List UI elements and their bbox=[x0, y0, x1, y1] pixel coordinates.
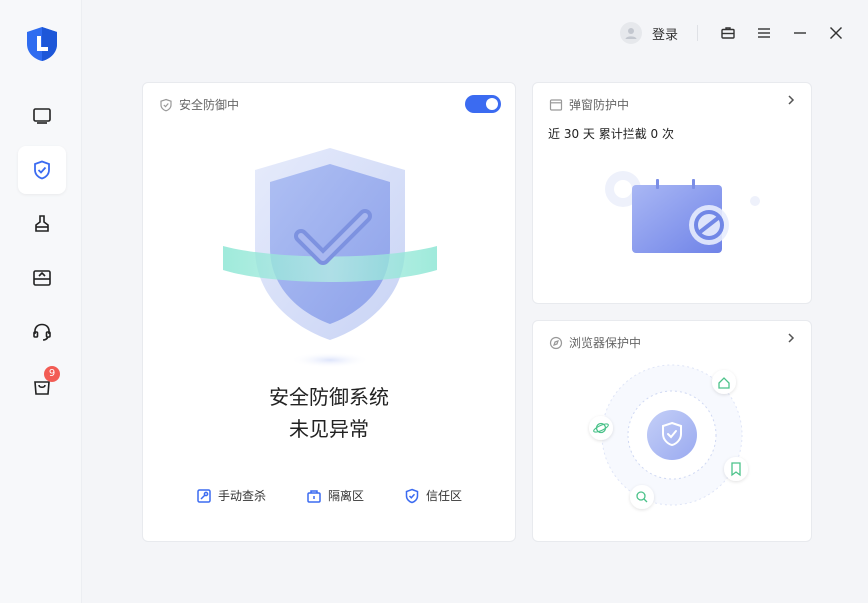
bookmark-icon bbox=[724, 457, 748, 481]
search-icon bbox=[630, 485, 654, 509]
manual-scan-button[interactable]: 手动查杀 bbox=[196, 487, 266, 504]
minimize-icon bbox=[794, 32, 806, 34]
sidebar: 9 bbox=[0, 0, 82, 603]
browser-protection-illustration bbox=[589, 364, 748, 509]
home-icon bbox=[712, 370, 736, 394]
big-shield-icon bbox=[223, 148, 437, 368]
shield-outline-icon bbox=[160, 98, 172, 111]
browser-card[interactable]: 浏览器保护中 bbox=[532, 320, 812, 542]
status-line-1: 安全防御系统 bbox=[269, 385, 389, 409]
compass-icon bbox=[549, 336, 563, 349]
login-label: 登录 bbox=[652, 27, 679, 43]
defense-card: 安全防御中 安全防御系统 未见异常 手动查杀 隔离区 信任区 bbox=[142, 82, 516, 542]
sidebar-item-support[interactable] bbox=[18, 308, 66, 356]
login-button[interactable]: 登录 bbox=[620, 22, 678, 44]
status-line-2: 未见异常 bbox=[289, 417, 369, 441]
monitor-icon bbox=[33, 108, 51, 124]
trust-zone-button[interactable]: 信任区 bbox=[404, 487, 462, 504]
defense-actions: 手动查杀 隔离区 信任区 bbox=[143, 487, 515, 504]
sidebar-item-protection[interactable] bbox=[18, 146, 66, 194]
browser-card-title: 浏览器保护中 bbox=[549, 334, 641, 351]
popup-card-title: 弹窗防护中 bbox=[549, 96, 629, 113]
planet-icon bbox=[589, 416, 613, 440]
defense-toggle[interactable] bbox=[465, 95, 501, 113]
trust-shield-icon bbox=[405, 488, 419, 503]
broom-icon bbox=[35, 215, 49, 232]
sidebar-item-computer[interactable] bbox=[18, 92, 66, 140]
quarantine-button[interactable]: 隔离区 bbox=[306, 487, 364, 504]
popup-blocker-illustration bbox=[605, 171, 760, 253]
menu-button[interactable] bbox=[754, 23, 774, 43]
chevron-right-icon[interactable] bbox=[785, 331, 797, 345]
close-button[interactable] bbox=[826, 23, 846, 43]
sidebar-item-tools[interactable] bbox=[18, 254, 66, 302]
sidebar-item-store[interactable]: 9 bbox=[18, 362, 66, 410]
notification-badge: 9 bbox=[44, 366, 60, 382]
avatar bbox=[620, 22, 642, 44]
toolbox-button[interactable] bbox=[718, 23, 738, 43]
chevron-right-icon[interactable] bbox=[785, 93, 797, 107]
toolbox-icon bbox=[33, 270, 51, 286]
popup-block-stat: 近 30 天 累计拦截 0 次 bbox=[548, 127, 674, 141]
app-logo-icon bbox=[27, 27, 57, 61]
minimize-button[interactable] bbox=[790, 23, 810, 43]
wrench-scan-icon bbox=[197, 488, 211, 503]
sidebar-item-cleanup[interactable] bbox=[18, 200, 66, 248]
popup-card[interactable]: 弹窗防护中 近 30 天 累计拦截 0 次 bbox=[532, 82, 812, 304]
title-bar: 登录 bbox=[82, 0, 868, 66]
headset-icon bbox=[33, 323, 51, 341]
app-window: 9 登录 安全防御中 安全防御系统 未见异常 手动查杀 隔离区 信任区 弹窗防护… bbox=[0, 0, 868, 603]
close-icon bbox=[830, 27, 842, 39]
quarantine-box-icon bbox=[307, 489, 321, 503]
shield-check-icon bbox=[34, 160, 50, 180]
user-icon bbox=[625, 28, 637, 39]
defense-card-title: 安全防御中 bbox=[159, 96, 239, 113]
window-icon bbox=[549, 98, 563, 111]
hamburger-menu-icon bbox=[758, 28, 770, 38]
divider bbox=[697, 25, 698, 41]
briefcase-icon bbox=[721, 27, 735, 39]
